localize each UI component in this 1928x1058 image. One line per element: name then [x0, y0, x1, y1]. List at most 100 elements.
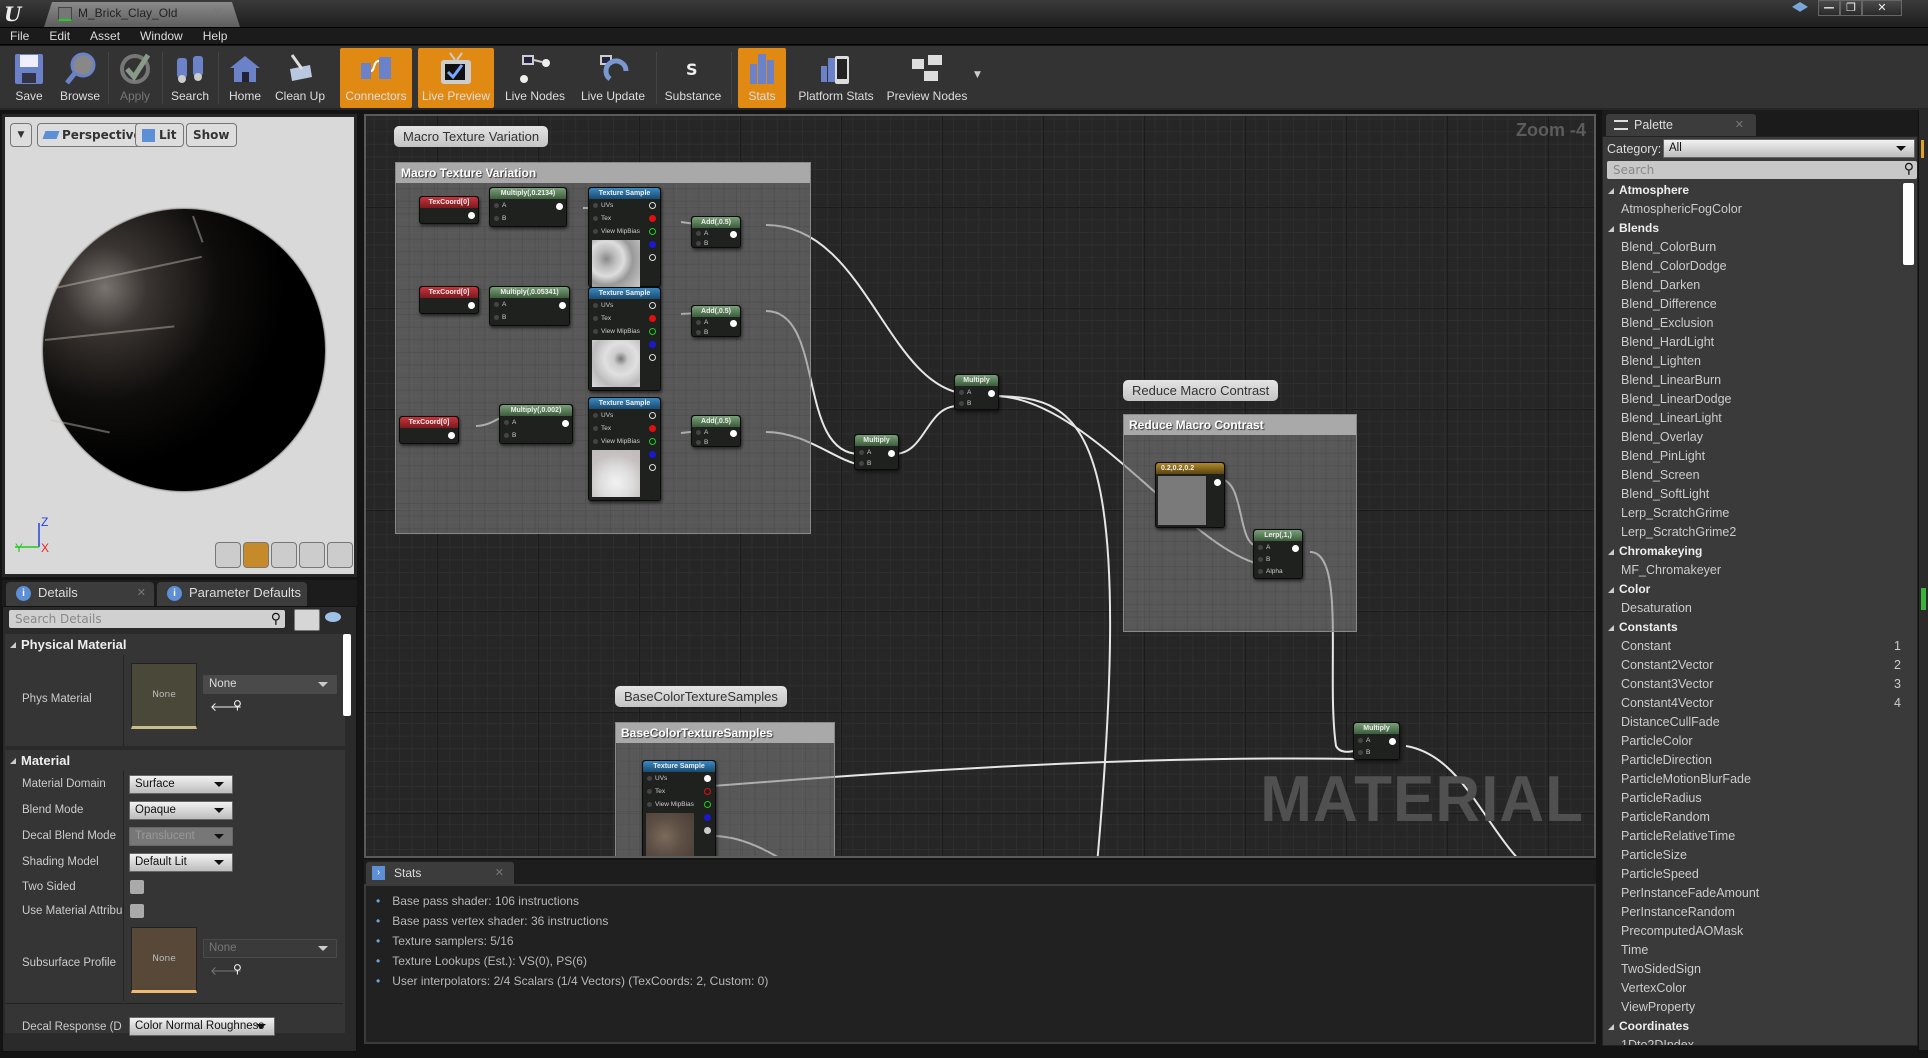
tab-stats[interactable]: › Stats ✕: [366, 862, 514, 884]
tab-details[interactable]: i Details ✕: [6, 582, 154, 606]
palette-item[interactable]: Constant4Vector 4: [1605, 694, 1901, 713]
close-tab-icon[interactable]: ✕: [213, 6, 222, 19]
output-pin[interactable]: [1214, 479, 1221, 486]
node-add-1[interactable]: Add(,0.5) A B: [691, 216, 741, 248]
output-pin[interactable]: [468, 212, 475, 219]
decal-blend-mode-dropdown[interactable]: Translucent: [129, 827, 233, 846]
live-nodes-button[interactable]: Live Nodes: [500, 48, 570, 108]
palette-item[interactable]: ParticleMotionBlurFade: [1605, 770, 1901, 789]
output-pin[interactable]: [556, 203, 563, 210]
palette-category[interactable]: Atmosphere: [1605, 181, 1901, 200]
output-r-pin[interactable]: [649, 315, 656, 322]
output-r-pin[interactable]: [649, 425, 656, 432]
output-g-pin[interactable]: [649, 228, 656, 235]
palette-item[interactable]: Time: [1605, 941, 1901, 960]
toolbar-overflow-arrow[interactable]: ▼: [974, 70, 981, 80]
node-add-3[interactable]: Add(,0.5) A B: [691, 415, 741, 447]
palette-item[interactable]: PrecomputedAOMask: [1605, 922, 1901, 941]
palette-item[interactable]: PerInstanceFadeAmount: [1605, 884, 1901, 903]
palette-item[interactable]: PerInstanceRandom: [1605, 903, 1901, 922]
output-pin[interactable]: [1292, 545, 1299, 552]
browse-button[interactable]: Browse: [56, 48, 104, 108]
palette-item[interactable]: Constant2Vector 2: [1605, 656, 1901, 675]
learn-mortarboard-icon[interactable]: [1792, 2, 1808, 12]
phys-material-dropdown[interactable]: None: [203, 675, 337, 694]
restore-button[interactable]: ❐: [1840, 0, 1862, 16]
close-tab-icon[interactable]: ✕: [1735, 114, 1744, 136]
output-pin[interactable]: [730, 320, 737, 327]
node-multiply-6[interactable]: Multiply A B: [1353, 722, 1400, 760]
comment-bubble-basecolor[interactable]: BaseColorTextureSamples: [615, 686, 787, 707]
node-lerp[interactable]: Lerp(,1,) A B Alpha: [1253, 529, 1303, 579]
output-pin[interactable]: [559, 302, 566, 309]
palette-item[interactable]: 1Dto2DIndex: [1605, 1036, 1901, 1045]
palette-item[interactable]: Blend_LinearDodge: [1605, 390, 1901, 409]
output-rgb-pin[interactable]: [649, 412, 656, 419]
material-domain-dropdown[interactable]: Surface: [129, 775, 233, 794]
palette-item[interactable]: Blend_Darken: [1605, 276, 1901, 295]
palette-item[interactable]: TwoSidedSign: [1605, 960, 1901, 979]
node-texcoord-3[interactable]: TexCoord[0]: [399, 416, 459, 444]
palette-item[interactable]: Blend_Screen: [1605, 466, 1901, 485]
close-window-button[interactable]: ✕: [1862, 0, 1902, 16]
palette-item[interactable]: Blend_LinearBurn: [1605, 371, 1901, 390]
phys-material-thumbnail[interactable]: None: [131, 663, 197, 729]
node-multiply-4[interactable]: Multiply A B: [854, 434, 899, 470]
live-preview-button[interactable]: Live Preview: [418, 48, 494, 108]
browse-asset-icon[interactable]: ⚲: [233, 962, 242, 976]
palette-item[interactable]: Constant 1: [1605, 637, 1901, 656]
platform-stats-button[interactable]: Platform Stats: [794, 48, 878, 108]
palette-item[interactable]: Blend_ColorDodge: [1605, 257, 1901, 276]
subsurface-profile-dropdown[interactable]: None: [203, 939, 337, 958]
palette-item[interactable]: AtmosphericFogColor: [1605, 200, 1901, 219]
live-update-button[interactable]: Live Update: [576, 48, 650, 108]
output-g-pin[interactable]: [649, 328, 656, 335]
output-pin[interactable]: [988, 390, 995, 397]
node-texture-sample-2[interactable]: Texture Sample UVs Tex View MipBias: [588, 287, 661, 391]
palette-item[interactable]: ParticleColor: [1605, 732, 1901, 751]
palette-category[interactable]: Color: [1605, 580, 1901, 599]
output-g-pin[interactable]: [649, 438, 656, 445]
output-pin[interactable]: [730, 430, 737, 437]
palette-item[interactable]: ParticleSpeed: [1605, 865, 1901, 884]
node-add-2[interactable]: Add(,0.5) A B: [691, 305, 741, 337]
two-sided-checkbox[interactable]: [130, 880, 144, 894]
output-rgb-pin[interactable]: [649, 202, 656, 209]
node-texcoord-1[interactable]: TexCoord[0]: [419, 196, 479, 224]
home-button[interactable]: Home: [224, 48, 266, 108]
palette-item[interactable]: ParticleDirection: [1605, 751, 1901, 770]
preview-viewport[interactable]: ▼ Perspective Lit Show Z Y X: [2, 114, 357, 577]
palette-item[interactable]: ParticleRadius: [1605, 789, 1901, 808]
output-b-pin[interactable]: [649, 451, 656, 458]
palette-scrollbar[interactable]: [1903, 183, 1914, 265]
output-a-pin[interactable]: [649, 464, 656, 471]
palette-item[interactable]: ParticleRelativeTime: [1605, 827, 1901, 846]
node-multiply-1[interactable]: Multiply(,0.2134) A B: [489, 187, 567, 227]
output-pin[interactable]: [468, 302, 475, 309]
palette-item[interactable]: DistanceCullFade: [1605, 713, 1901, 732]
physical-material-header[interactable]: Physical Material: [5, 634, 345, 655]
output-g-pin[interactable]: [704, 801, 711, 808]
show-button[interactable]: Show: [186, 123, 237, 147]
menu-edit[interactable]: Edit: [49, 28, 70, 44]
subsurface-profile-thumbnail[interactable]: None: [131, 927, 197, 993]
lit-button[interactable]: Lit: [135, 123, 184, 147]
output-a-pin[interactable]: [649, 254, 656, 261]
material-graph-canvas[interactable]: Zoom -4 MATERIAL Macro Texture Variation…: [364, 114, 1596, 858]
menu-window[interactable]: Window: [140, 28, 183, 44]
palette-item[interactable]: VertexColor: [1605, 979, 1901, 998]
output-pin[interactable]: [1389, 738, 1396, 745]
output-a-pin[interactable]: [649, 354, 656, 361]
palette-item[interactable]: Blend_Overlay: [1605, 428, 1901, 447]
output-rgb-pin[interactable]: [704, 775, 711, 782]
clean-up-button[interactable]: Clean Up: [272, 48, 328, 108]
preview-sphere-button[interactable]: [243, 542, 269, 568]
preview-plane-button[interactable]: [271, 542, 297, 568]
palette-item[interactable]: ParticleRandom: [1605, 808, 1901, 827]
palette-item[interactable]: MF_Chromakeyer: [1605, 561, 1901, 580]
output-b-pin[interactable]: [649, 241, 656, 248]
palette-item[interactable]: Blend_Exclusion: [1605, 314, 1901, 333]
close-tab-icon[interactable]: ✕: [137, 582, 146, 604]
category-dropdown[interactable]: All: [1663, 139, 1915, 158]
viewport-options-dropdown[interactable]: ▼: [10, 123, 32, 147]
